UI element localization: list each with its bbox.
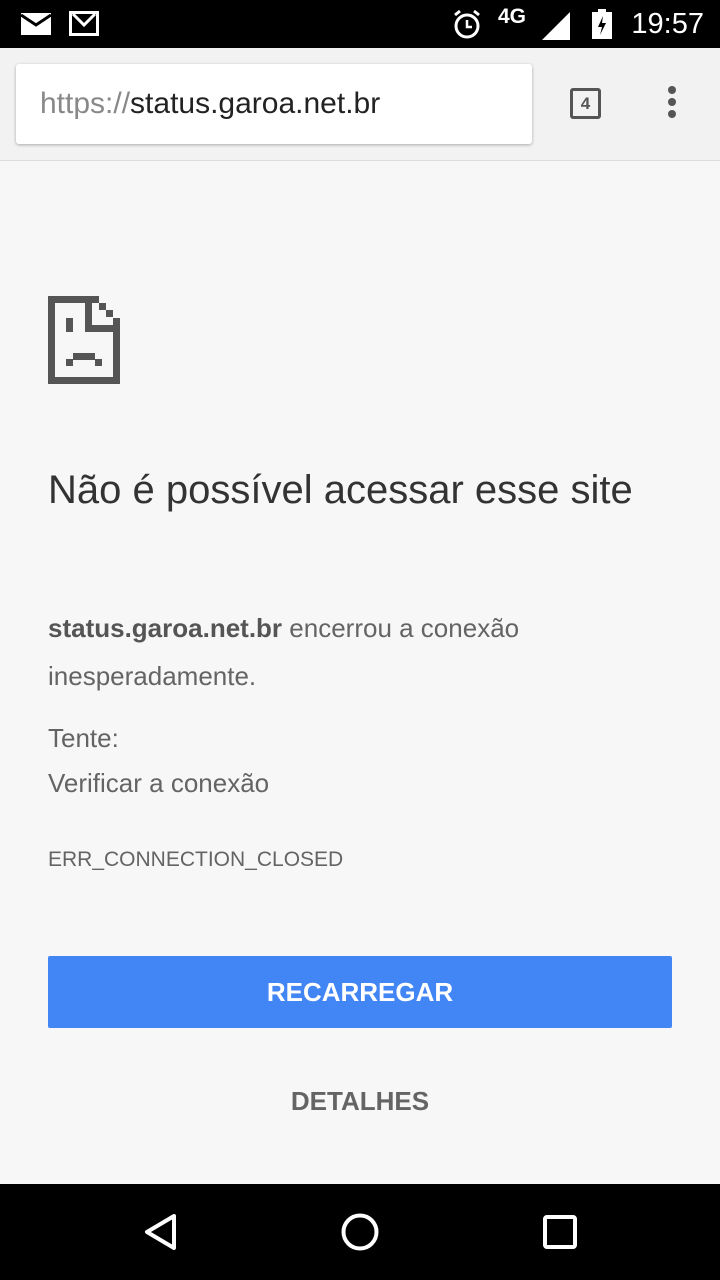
- alarm-icon: [454, 9, 480, 39]
- email-icon: [21, 13, 51, 35]
- browser-toolbar: https://status.garoa.net.br 4: [0, 48, 720, 161]
- sad-page-icon: [48, 296, 120, 384]
- error-title: Não é possível acessar esse site: [48, 468, 633, 512]
- back-icon[interactable]: [142, 1213, 180, 1251]
- try-label: Tente:: [48, 723, 119, 753]
- navigation-bar: [0, 1184, 720, 1280]
- url-scheme: https://: [40, 87, 131, 120]
- network-type: 4G: [498, 5, 527, 28]
- clock: 19:57: [631, 8, 704, 40]
- status-bar: 4G 19:57: [0, 0, 720, 48]
- home-icon[interactable]: [340, 1212, 380, 1252]
- recents-icon[interactable]: [543, 1215, 577, 1249]
- url-host: status.garoa.net.br: [130, 87, 381, 120]
- url-bar[interactable]: https://status.garoa.net.br: [16, 64, 532, 144]
- signal-icon: [542, 12, 570, 40]
- details-button[interactable]: DETALHES: [0, 1086, 720, 1117]
- tab-switcher-button[interactable]: 4: [570, 88, 601, 119]
- error-host: status.garoa.net.br: [48, 613, 283, 643]
- suggestion-check-connection: Verificar a conexão: [48, 768, 270, 798]
- error-message: status.garoa.net.br encerrou a conexão i…: [48, 604, 648, 700]
- error-code: ERR_CONNECTION_CLOSED: [48, 848, 344, 871]
- reload-button[interactable]: RECARREGAR: [48, 956, 672, 1028]
- battery-charging-icon: [592, 9, 612, 39]
- gmail-icon: [69, 11, 99, 36]
- overflow-menu-icon[interactable]: [668, 86, 680, 122]
